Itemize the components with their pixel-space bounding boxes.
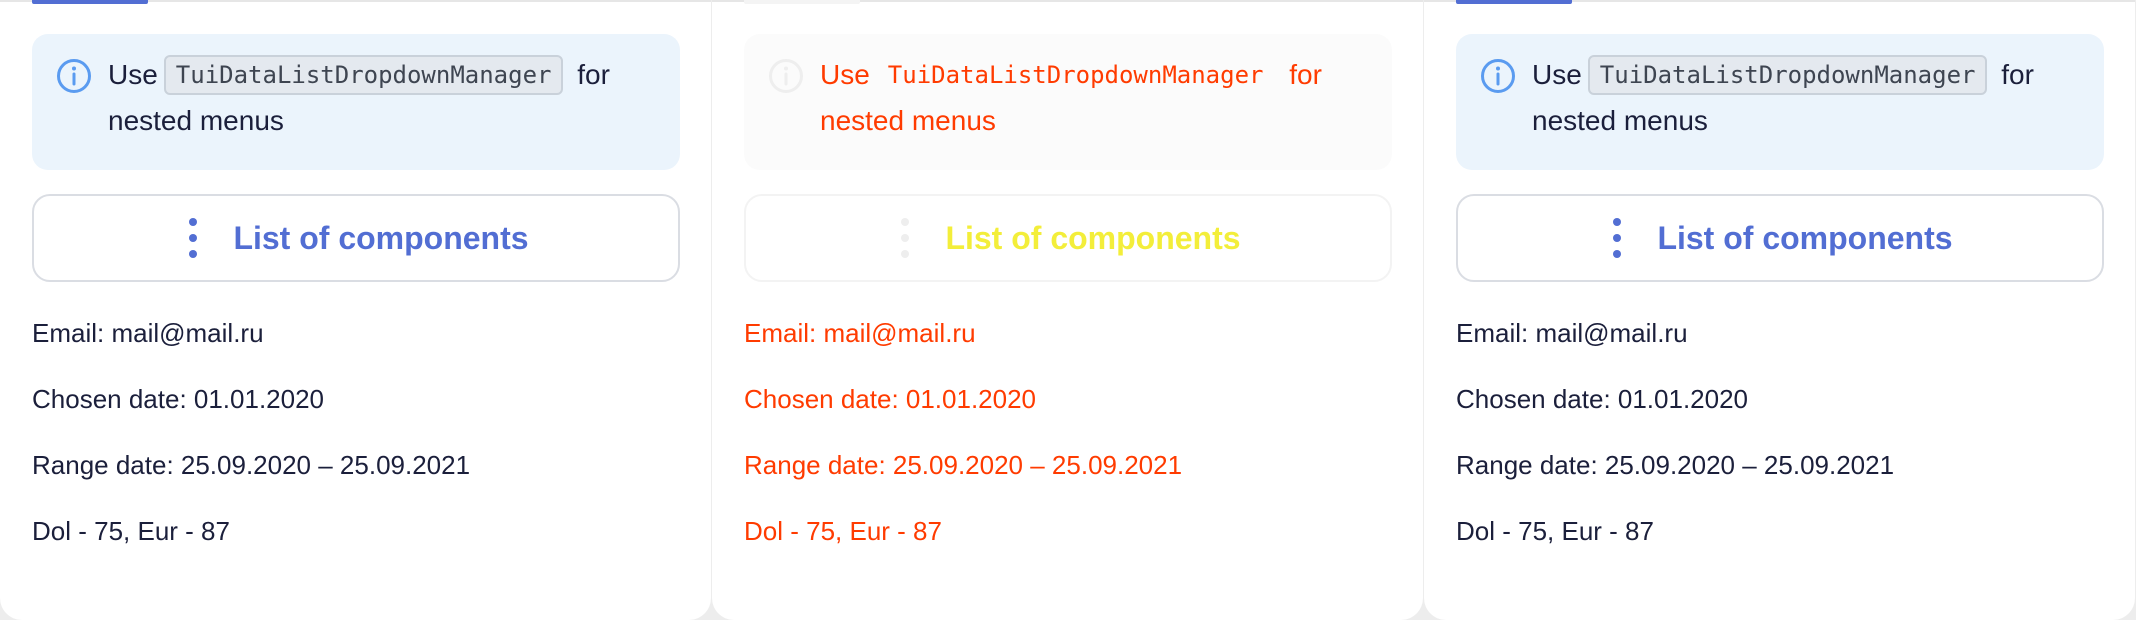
active-tab-indicator (1456, 0, 1572, 4)
notice-text-before: Use (820, 59, 870, 90)
email-text: Email: mail@mail.ru (744, 318, 976, 348)
email-text: Email: mail@mail.ru (32, 318, 264, 348)
info-icon (769, 59, 803, 93)
info-icon (57, 59, 91, 93)
list-of-components-label: List of components (233, 219, 529, 256)
list-of-components-button[interactable]: List of components (1456, 194, 2104, 282)
more-vertical-icon (1607, 218, 1627, 258)
page: Use TuiDataListDropdownManager for nested… (0, 0, 2136, 620)
demo-panel-middle: Use TuiDataListDropdownManager for nested… (712, 0, 1423, 620)
notice-text-before: Use (108, 59, 158, 90)
range-date-text: Range date: 25.09.2020 – 25.09.2021 (1456, 450, 1895, 480)
range-date-text: Range date: 25.09.2020 – 25.09.2021 (32, 450, 471, 480)
more-vertical-icon (183, 218, 203, 258)
active-tab-indicator (32, 0, 148, 4)
notice-text: Use TuiDataListDropdownManager for nested… (108, 52, 648, 144)
demo-panel-right: Use TuiDataListDropdownManager for nested… (1424, 0, 2135, 620)
info-lines: Email: mail@mail.ru Chosen date: 01.01.2… (744, 318, 1182, 582)
active-tab-indicator (744, 0, 860, 4)
chosen-date-text: Chosen date: 01.01.2020 (32, 384, 325, 414)
notice-code: TuiDataListDropdownManager (887, 61, 1264, 89)
chosen-date-text: Chosen date: 01.01.2020 (744, 384, 1037, 414)
list-of-components-label: List of components (945, 219, 1241, 256)
currency-rates-text: Dol - 75, Eur - 87 (1456, 516, 1654, 546)
demo-panel-left: Use TuiDataListDropdownManager for nested… (0, 0, 711, 620)
list-of-components-button[interactable]: List of components (744, 194, 1392, 282)
email-text: Email: mail@mail.ru (1456, 318, 1688, 348)
chosen-date-text: Chosen date: 01.01.2020 (1456, 384, 1749, 414)
notice-text: Use TuiDataListDropdownManager for nested… (1532, 52, 2072, 144)
list-of-components-label: List of components (1657, 219, 1953, 256)
more-vertical-icon (895, 218, 915, 258)
info-notice: Use TuiDataListDropdownManager for nested… (744, 34, 1392, 170)
currency-rates-text: Dol - 75, Eur - 87 (32, 516, 230, 546)
notice-code: TuiDataListDropdownManager (1587, 55, 1988, 95)
notice-text: Use TuiDataListDropdownManager for nested… (820, 52, 1360, 144)
list-of-components-button[interactable]: List of components (32, 194, 680, 282)
notice-code: TuiDataListDropdownManager (163, 55, 564, 95)
currency-rates-text: Dol - 75, Eur - 87 (744, 516, 942, 546)
info-lines: Email: mail@mail.ru Chosen date: 01.01.2… (32, 318, 470, 582)
info-notice: Use TuiDataListDropdownManager for nested… (32, 34, 680, 170)
notice-text-before: Use (1532, 59, 1582, 90)
info-notice: Use TuiDataListDropdownManager for nested… (1456, 34, 2104, 170)
info-lines: Email: mail@mail.ru Chosen date: 01.01.2… (1456, 318, 1894, 582)
info-icon (1481, 59, 1515, 93)
range-date-text: Range date: 25.09.2020 – 25.09.2021 (744, 450, 1183, 480)
